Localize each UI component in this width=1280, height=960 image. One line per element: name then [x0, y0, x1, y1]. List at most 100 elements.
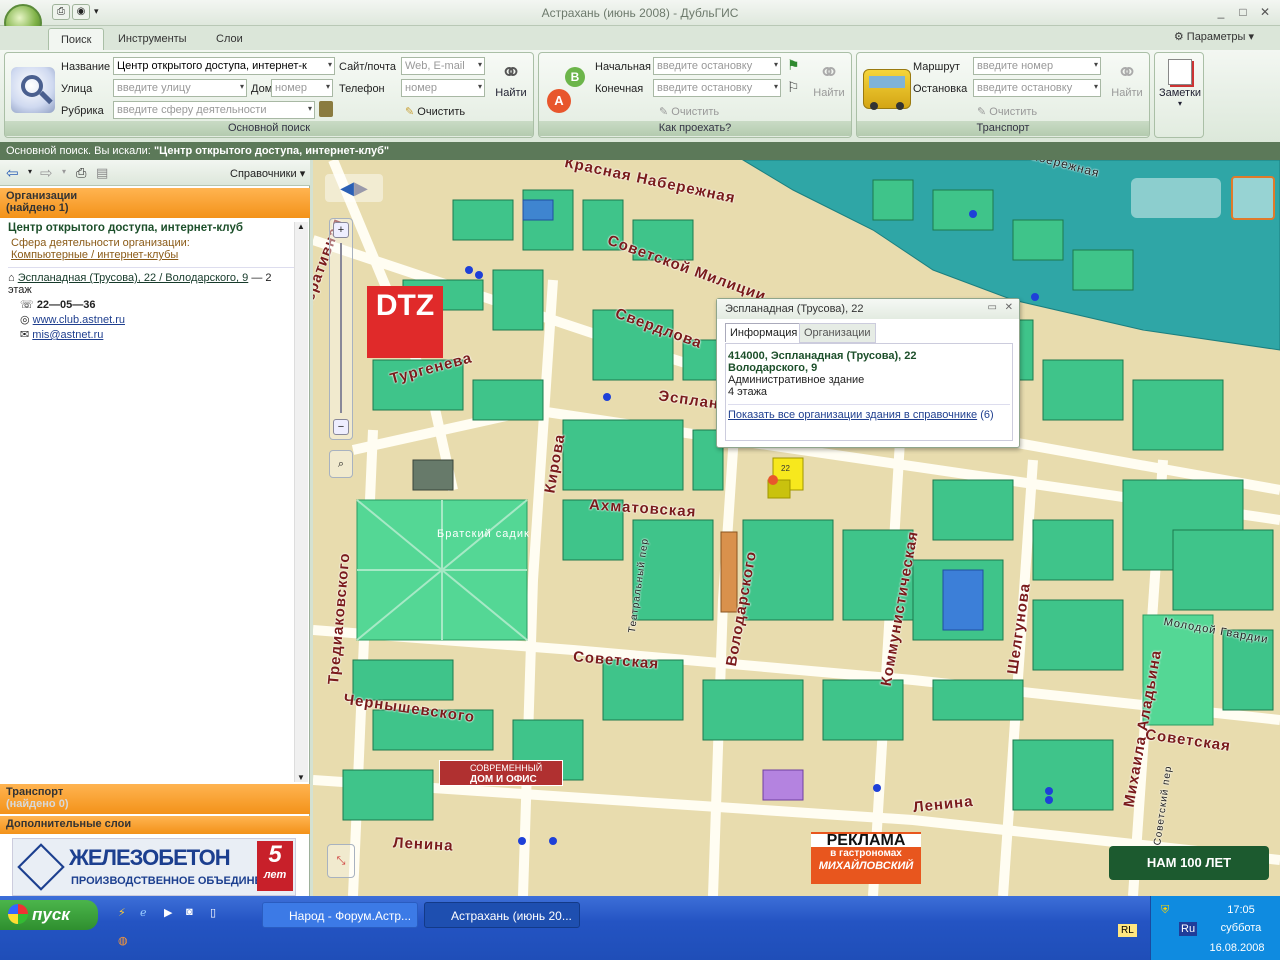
tab-layers[interactable]: Слои: [204, 28, 255, 50]
back-dropdown-icon[interactable]: ▾: [28, 167, 32, 176]
street-input[interactable]: введите улицу ▾: [113, 79, 247, 97]
zoom-in-icon[interactable]: +: [333, 222, 349, 238]
print-icon[interactable]: ⎙: [52, 4, 70, 20]
dom-ofis-ad[interactable]: СОВРЕМЕННЫЙ ДОМ И ОФИС: [439, 760, 563, 786]
zhelezobeton-ad[interactable]: ЖЕЛЕЗОБЕТОН ПРОИЗВОДСТВЕННОЕ ОБЪЕДИНЕНИЕ…: [12, 838, 296, 896]
directories-menu[interactable]: Справочники ▾: [230, 167, 305, 180]
eraser-icon: ✎: [977, 106, 987, 118]
transport-clear-button[interactable]: ✎ Очистить: [977, 105, 1037, 118]
rubricator-icon[interactable]: [319, 101, 333, 117]
popup-close-icon[interactable]: ✕: [1005, 302, 1013, 313]
map-forward-icon[interactable]: ▶: [354, 178, 368, 198]
sphere-label: Сфера деятельности организации:: [11, 237, 190, 249]
maximize-button[interactable]: □: [1232, 3, 1254, 21]
reklama-ad[interactable]: РЕКЛАМА в гастрономах МИХАЙЛОВСКИЙ: [811, 832, 921, 884]
popup-tab-orgs[interactable]: Организации: [799, 323, 876, 343]
house-label: Дом: [251, 83, 273, 95]
parameters-menu[interactable]: ⚙ Параметры ▾: [1174, 30, 1254, 43]
tab-tools[interactable]: Инструменты: [106, 28, 199, 50]
start-stop-input[interactable]: введите остановку ▾: [653, 57, 781, 75]
fullscreen-icon[interactable]: ⤡: [327, 844, 355, 878]
popup-minimize-icon[interactable]: ▭: [988, 302, 997, 313]
site-input[interactable]: Web, E-mail ▾: [401, 57, 485, 75]
map-search-icon[interactable]: ⌕: [329, 450, 353, 478]
scroll-up-icon[interactable]: ▲: [297, 222, 305, 231]
map-history-nav[interactable]: ◀▶: [325, 174, 383, 202]
quicklaunch-icon[interactable]: ⚡: [118, 906, 126, 919]
show-all-orgs-link[interactable]: Показать все организации здания в справо…: [728, 409, 977, 421]
end-stop-label: Конечная: [595, 83, 644, 95]
document-icon[interactable]: ▤: [96, 165, 108, 181]
windows-logo-icon: [8, 904, 28, 924]
nam-100-let-ad[interactable]: НАМ 100 ЛЕТ: [1109, 846, 1269, 880]
sidebar-scrollbar[interactable]: ▲ ▼: [294, 222, 308, 782]
camera-icon[interactable]: ◙: [186, 906, 193, 918]
binoculars-icon: ⚭: [500, 57, 522, 87]
scroll-down-icon[interactable]: ▼: [297, 773, 305, 782]
transport-find-button[interactable]: ⚭ Найти: [1107, 57, 1147, 99]
orgs-header[interactable]: Организации (найдено 1): [0, 188, 310, 218]
org-name[interactable]: Центр открытого доступа, интернет-клуб: [8, 222, 298, 234]
language-indicator[interactable]: Ru: [1179, 922, 1198, 936]
address-link[interactable]: Эспланадная (Трусова), 22 / Володарского…: [18, 272, 249, 284]
ie-icon[interactable]: ℯ: [140, 906, 147, 919]
search-info-bar: Основной поиск. Вы искали: "Центр открыт…: [0, 142, 1280, 160]
media-icon[interactable]: ▶: [164, 906, 172, 919]
clear-button[interactable]: ✎ Очистить: [405, 105, 465, 118]
checkered-flag-icon: ⚐: [787, 79, 800, 95]
forward-arrow-icon[interactable]: ⇨: [40, 164, 53, 182]
zoom-slider[interactable]: + −: [329, 218, 353, 440]
close-button[interactable]: ✕: [1254, 3, 1276, 21]
firefox-icon[interactable]: ◍: [118, 934, 128, 947]
transport-header[interactable]: Транспорт (найдено 0): [0, 784, 310, 814]
ruler-tool-icon[interactable]: [1131, 178, 1221, 218]
route-clear-button[interactable]: ✎ Очистить: [659, 105, 719, 118]
globe-icon[interactable]: ◉: [72, 4, 90, 20]
document-icon[interactable]: ▯: [210, 906, 216, 919]
map-back-icon[interactable]: ◀: [340, 178, 354, 198]
group-main-search: Название Центр открытого доступа, интерн…: [4, 52, 534, 138]
email-link[interactable]: mis@astnet.ru: [32, 329, 103, 341]
quick-access-dropdown-icon[interactable]: ▾: [94, 6, 99, 17]
city-map[interactable]: Красная Набережная Советской Милиции Све…: [313, 160, 1280, 896]
popup-address: 414000, Эспланадная (Трусова), 22: [728, 350, 917, 362]
minimize-button[interactable]: _: [1210, 3, 1232, 21]
task-forum-window[interactable]: Народ - Форум.Астр...: [262, 902, 418, 928]
zoom-out-icon[interactable]: −: [333, 419, 349, 435]
route-number-input[interactable]: введите номер ▾: [973, 57, 1101, 75]
phone-input[interactable]: номер ▾: [401, 79, 485, 97]
tab-search[interactable]: Поиск: [48, 28, 105, 50]
route-number-label: Маршрут: [913, 61, 960, 73]
floor-text: этаж: [8, 284, 32, 296]
dtz-ad[interactable]: DTZ: [367, 286, 443, 358]
notes-button[interactable]: Заметки ▾: [1157, 57, 1203, 108]
forward-dropdown-icon[interactable]: ▾: [62, 167, 66, 176]
stop-input[interactable]: введите остановку ▾: [973, 79, 1101, 97]
print-icon[interactable]: ⎙: [76, 165, 86, 181]
layers-header[interactable]: Дополнительные слои: [0, 816, 310, 834]
zoom-track: [340, 243, 342, 413]
rubric-input[interactable]: введите сферу деятельности ▾: [113, 101, 315, 119]
sidebar: ⇦ ▾ ⇨ ▾ ⎙ ▤ Справочники ▾ Организации (н…: [0, 160, 310, 896]
security-shield-icon[interactable]: ⛨: [1161, 904, 1169, 917]
street-label: Ленина: [392, 834, 454, 855]
sphere-link[interactable]: Компьютерные / интернет-клубы: [11, 249, 178, 261]
eraser-icon: ✎: [659, 106, 669, 118]
name-input[interactable]: Центр открытого доступа, интернет-к ▾: [113, 57, 335, 75]
back-arrow-icon[interactable]: ⇦: [6, 164, 19, 182]
house-input[interactable]: номер ▾: [271, 79, 333, 97]
end-stop-input[interactable]: введите остановку ▾: [653, 79, 781, 97]
route-ab-icon: B A: [545, 65, 591, 115]
popup-link-row: Показать все организации здания в справо…: [728, 409, 994, 421]
phone-row: ☏ 22—05—36: [20, 299, 96, 311]
route-find-button[interactable]: ⚭ Найти: [809, 57, 849, 99]
site-link[interactable]: www.club.astnet.ru: [33, 314, 125, 326]
task-dublgis-window[interactable]: Астрахань (июнь 20...: [424, 902, 580, 928]
org-result: Центр открытого доступа, интернет-клуб С…: [8, 222, 298, 341]
layout-indicator[interactable]: RL: [1118, 924, 1137, 937]
popup-building-type: Административное здание: [728, 374, 865, 386]
3d-cube-icon[interactable]: [1231, 176, 1275, 220]
find-button[interactable]: ⚭ Найти: [491, 57, 531, 99]
house-number: 22: [781, 464, 790, 473]
popup-tab-info[interactable]: Информация: [725, 323, 803, 342]
